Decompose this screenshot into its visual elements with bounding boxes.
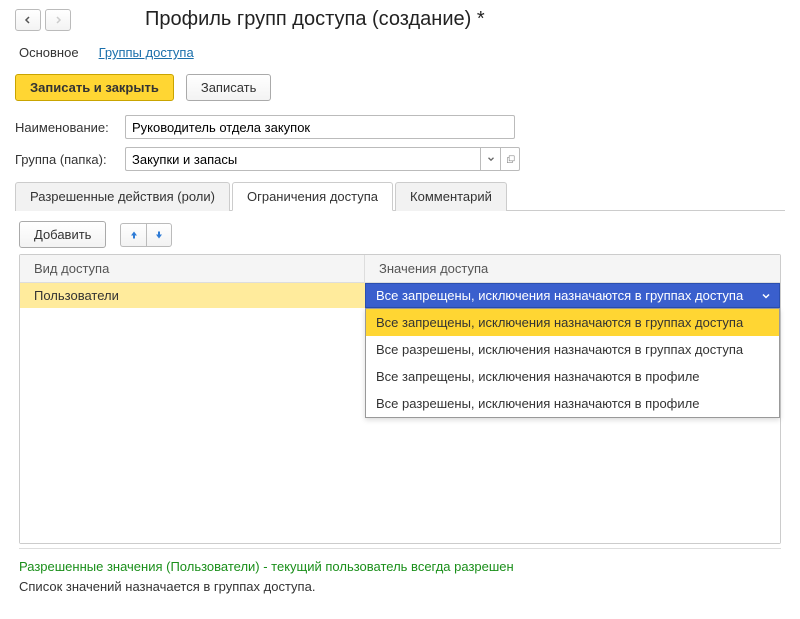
separator	[19, 548, 781, 549]
arrow-right-icon	[52, 14, 64, 26]
add-button[interactable]: Добавить	[19, 221, 106, 248]
move-down-button[interactable]	[146, 223, 172, 247]
group-open-button[interactable]	[500, 147, 520, 171]
group-label: Группа (папка):	[15, 152, 125, 167]
dropdown-item[interactable]: Все разрешены, исключения назначаются в …	[366, 390, 779, 417]
grid-row[interactable]: Пользователи Все запрещены, исключения н…	[20, 283, 780, 308]
tab-comment[interactable]: Комментарий	[395, 182, 507, 211]
save-close-button[interactable]: Записать и закрыть	[15, 74, 174, 101]
chevron-down-icon	[486, 154, 496, 164]
chevron-down-icon	[759, 289, 773, 303]
footer-hint-allowed: Разрешенные значения (Пользователи) - те…	[19, 557, 781, 577]
dropdown-item[interactable]: Все запрещены, исключения назначаются в …	[366, 363, 779, 390]
dropdown-item[interactable]: Все разрешены, исключения назначаются в …	[366, 336, 779, 363]
open-external-icon	[505, 154, 516, 165]
tab-roles[interactable]: Разрешенные действия (роли)	[15, 182, 230, 211]
access-grid: Вид доступа Значения доступа Пользовател…	[19, 254, 781, 544]
footer-hint-list: Список значений назначается в группах до…	[19, 577, 781, 597]
nav-back-button[interactable]	[15, 9, 41, 31]
name-input[interactable]	[125, 115, 515, 139]
dropdown-item[interactable]: Все запрещены, исключения назначаются в …	[366, 309, 779, 336]
arrow-down-icon	[153, 229, 165, 241]
grid-cell-type[interactable]: Пользователи	[20, 283, 365, 308]
grid-cell-value-text: Все запрещены, исключения назначаются в …	[376, 288, 743, 303]
tab-restrict[interactable]: Ограничения доступа	[232, 182, 393, 211]
section-tab-groups[interactable]: Группы доступа	[99, 45, 194, 60]
group-dropdown-button[interactable]	[480, 147, 500, 171]
grid-cell-value-select[interactable]: Все запрещены, исключения назначаются в …	[365, 283, 780, 308]
grid-empty-area: Все запрещены, исключения назначаются в …	[20, 308, 780, 543]
group-input[interactable]	[125, 147, 480, 171]
save-button[interactable]: Записать	[186, 74, 272, 101]
arrow-left-icon	[22, 14, 34, 26]
section-tab-main[interactable]: Основное	[19, 45, 79, 60]
grid-col-value[interactable]: Значения доступа	[365, 255, 780, 282]
arrow-up-icon	[128, 229, 140, 241]
name-label: Наименование:	[15, 120, 125, 135]
grid-col-type[interactable]: Вид доступа	[20, 255, 365, 282]
move-up-button[interactable]	[120, 223, 146, 247]
value-dropdown: Все запрещены, исключения назначаются в …	[365, 308, 780, 418]
nav-forward-button[interactable]	[45, 9, 71, 31]
page-title: Профиль групп доступа (создание) *	[145, 8, 485, 31]
